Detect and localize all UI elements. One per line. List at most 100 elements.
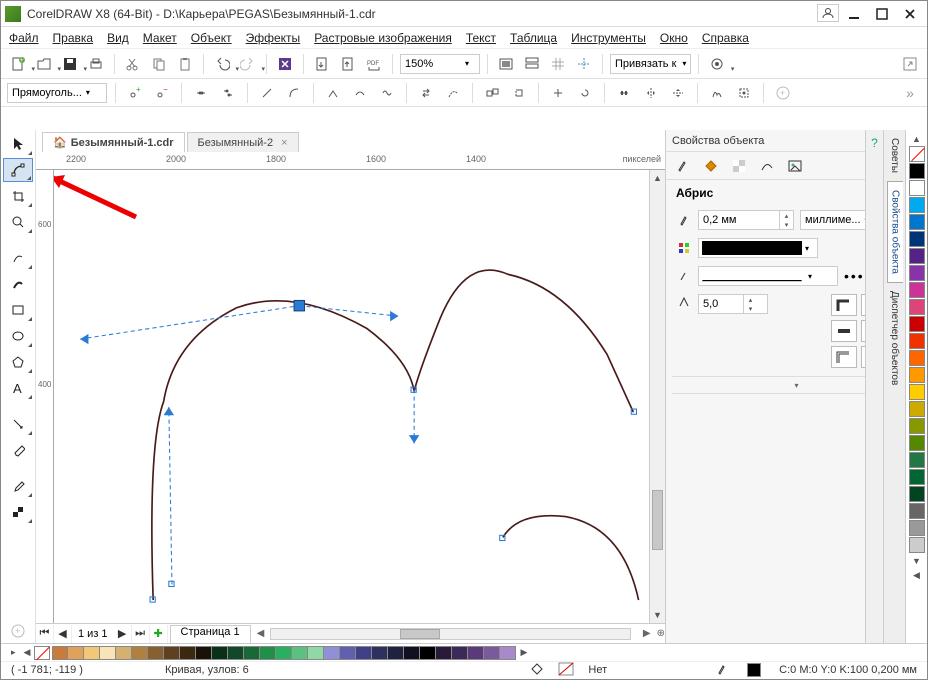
eyedropper-tool[interactable]: [3, 474, 33, 498]
page-tab-1[interactable]: Страница 1: [170, 625, 251, 643]
line-style-picker[interactable]: ▾: [698, 266, 838, 286]
ruler-horizontal[interactable]: 2200 2000 1800 1600 1400 пикселей: [36, 152, 665, 170]
outline-pen-icon[interactable]: [715, 662, 729, 679]
scroll-thumb-h[interactable]: [400, 629, 440, 639]
scrollbar-horizontal[interactable]: [270, 628, 631, 640]
fill-tab-icon[interactable]: [700, 155, 722, 177]
scroll-menu-icon[interactable]: ⊕: [657, 628, 665, 639]
quick-customize-icon[interactable]: +: [3, 619, 33, 643]
menu-edit[interactable]: Правка: [53, 31, 94, 45]
outline-width-input[interactable]: ▴▾: [698, 210, 794, 230]
close-tab-icon[interactable]: ×: [281, 137, 287, 149]
artistic-media-tool[interactable]: [3, 272, 33, 296]
no-color-swatch-h[interactable]: [34, 646, 50, 660]
delete-node-icon[interactable]: −: [151, 82, 173, 104]
interactive-fill-tool[interactable]: [3, 500, 33, 524]
text-tool[interactable]: A: [3, 376, 33, 400]
menu-file[interactable]: Файл: [9, 31, 39, 45]
undo-icon[interactable]: ▾: [211, 53, 233, 75]
paste-icon[interactable]: [174, 53, 196, 75]
join-nodes-icon[interactable]: [190, 82, 212, 104]
outline-color-picker[interactable]: ▾: [698, 238, 818, 258]
outline-tab-icon[interactable]: [672, 155, 694, 177]
last-page-button[interactable]: ⏭: [132, 625, 150, 643]
no-color-swatch[interactable]: [909, 146, 925, 162]
minimize-button[interactable]: [841, 4, 867, 24]
menu-effects[interactable]: Эффекты: [246, 31, 301, 45]
menu-view[interactable]: Вид: [107, 31, 129, 45]
extract-subpath-icon[interactable]: [481, 82, 503, 104]
publish-pdf-icon[interactable]: PDF: [363, 53, 385, 75]
transparency-tab-icon[interactable]: [728, 155, 750, 177]
curve-tab-icon[interactable]: [756, 155, 778, 177]
pick-tool[interactable]: [3, 132, 33, 156]
maximize-button[interactable]: [869, 4, 895, 24]
close-curve-icon[interactable]: [508, 82, 530, 104]
launch-icon[interactable]: [899, 53, 921, 75]
scroll-down-icon[interactable]: ▼: [650, 607, 665, 623]
account-button[interactable]: [817, 4, 839, 22]
menu-tools[interactable]: Инструменты: [571, 31, 646, 45]
fullscreen-preview-icon[interactable]: [495, 53, 517, 75]
corner-miter[interactable]: [831, 294, 857, 316]
dash-edit-icon[interactable]: •••: [844, 268, 865, 284]
prev-page-button[interactable]: ◀: [54, 625, 72, 643]
open-icon[interactable]: ▾: [33, 53, 55, 75]
menu-layout[interactable]: Макет: [143, 31, 177, 45]
search-content-icon[interactable]: [274, 53, 296, 75]
break-nodes-icon[interactable]: [217, 82, 239, 104]
to-curve-icon[interactable]: [283, 82, 305, 104]
scroll-up-icon[interactable]: ▲: [650, 170, 665, 186]
reflect-v-icon[interactable]: [667, 82, 689, 104]
export-icon[interactable]: [337, 53, 359, 75]
document-tab-1[interactable]: 🏠 Безымянный-1.cdr: [42, 132, 185, 152]
menu-object[interactable]: Объект: [191, 31, 232, 45]
close-button[interactable]: [897, 4, 923, 24]
print-icon[interactable]: [85, 53, 107, 75]
shape-mode-combo[interactable]: Прямоуголь...▾: [7, 83, 107, 103]
rotate-nodes-icon[interactable]: [574, 82, 596, 104]
show-grid-icon[interactable]: [547, 53, 569, 75]
cut-icon[interactable]: [122, 53, 144, 75]
ellipse-tool[interactable]: [3, 324, 33, 348]
import-icon[interactable]: [311, 53, 333, 75]
palette-h-right-icon[interactable]: ▶: [520, 647, 527, 658]
snap-combo[interactable]: Привязать к▾: [610, 54, 691, 74]
crop-tool[interactable]: [3, 184, 33, 208]
zoom-input[interactable]: [405, 55, 461, 73]
extend-curve-icon[interactable]: [442, 82, 464, 104]
next-page-button[interactable]: ▶: [114, 625, 132, 643]
docker-tab-hints[interactable]: Советы: [887, 130, 902, 181]
palette-h-expand-icon[interactable]: ▸: [11, 647, 16, 658]
select-all-nodes-icon[interactable]: [733, 82, 755, 104]
miter-limit-input[interactable]: ▴▾: [698, 294, 768, 314]
polygon-tool[interactable]: [3, 350, 33, 374]
menu-help[interactable]: Справка: [702, 31, 749, 45]
options-icon[interactable]: ▾: [706, 53, 728, 75]
overflow-icon[interactable]: »: [899, 82, 921, 104]
redo-icon[interactable]: ▾: [237, 53, 259, 75]
outline-units-combo[interactable]: миллиме... ▾: [800, 210, 874, 230]
ruler-vertical[interactable]: 600 400: [36, 170, 54, 623]
rectangle-tool[interactable]: [3, 298, 33, 322]
menu-table[interactable]: Таблица: [510, 31, 557, 45]
transparency-tool[interactable]: [3, 438, 33, 462]
freehand-tool[interactable]: [3, 246, 33, 270]
position-outside[interactable]: [831, 346, 857, 368]
add-page-button[interactable]: ✚: [150, 625, 168, 643]
cap-butt[interactable]: [831, 320, 857, 342]
reflect-h-icon[interactable]: [640, 82, 662, 104]
menu-text[interactable]: Текст: [466, 31, 496, 45]
new-icon[interactable]: +▾: [7, 53, 29, 75]
show-guidelines-icon[interactable]: [573, 53, 595, 75]
fill-swatch-icon[interactable]: [530, 662, 544, 679]
to-line-icon[interactable]: [256, 82, 278, 104]
color-palette-horizontal[interactable]: ▸ ◀: [1, 644, 927, 662]
scroll-right-icon[interactable]: ▶: [643, 628, 651, 639]
save-icon[interactable]: ▾: [59, 53, 81, 75]
bitmap-tab-icon[interactable]: [784, 155, 806, 177]
reduce-nodes-icon[interactable]: +: [772, 82, 794, 104]
scroll-left-icon[interactable]: ◀: [257, 628, 265, 639]
document-tab-2[interactable]: Безымянный-2 ×: [187, 132, 299, 152]
color-palette-vertical[interactable]: ▲: [905, 130, 927, 643]
